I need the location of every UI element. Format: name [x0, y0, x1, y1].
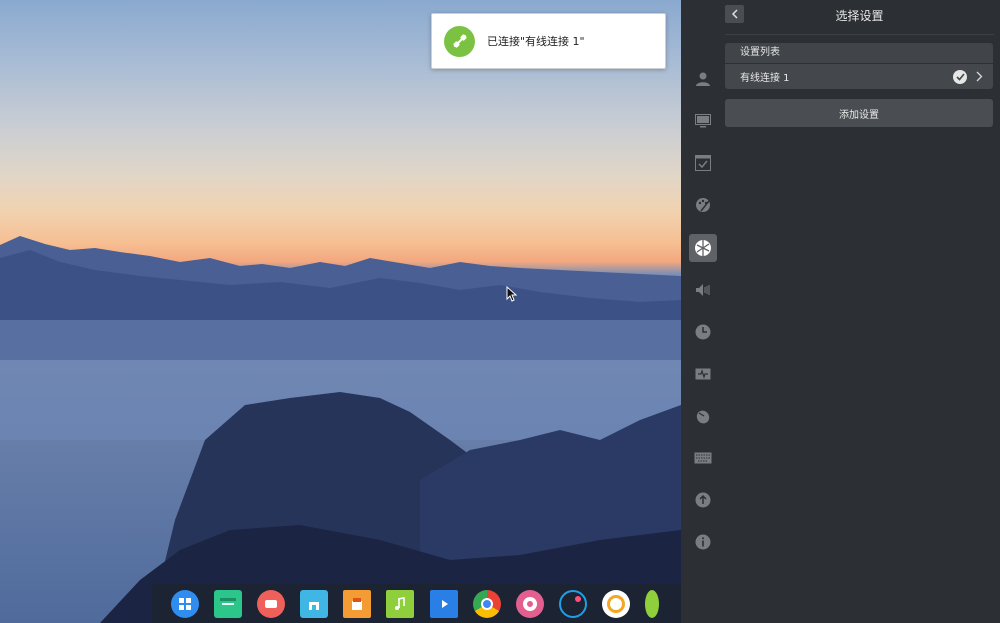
settings-list: 设置列表 有线连接 1: [725, 43, 993, 89]
connection-label: 有线连接 1: [740, 73, 790, 84]
store-icon[interactable]: [293, 584, 336, 623]
check-icon: [953, 70, 967, 84]
mouse-cursor-icon: [506, 285, 518, 305]
network-plug-icon: [444, 25, 475, 57]
connection-row[interactable]: 有线连接 1: [725, 63, 993, 89]
update-icon[interactable]: [689, 486, 717, 514]
screen-recorder-icon[interactable]: [249, 584, 292, 623]
more-icon[interactable]: [638, 584, 681, 623]
chrome-icon[interactable]: [465, 584, 508, 623]
settings-panel: 选择设置 设置列表 有线连接 1 添加设置: [681, 0, 1000, 623]
keyboard-icon[interactable]: [689, 444, 717, 472]
add-settings-button[interactable]: 添加设置: [725, 99, 993, 127]
network-icon[interactable]: [689, 234, 717, 262]
system-monitor-icon[interactable]: [552, 584, 595, 623]
notification-message: 已连接"有线连接 1": [487, 35, 585, 48]
user-icon[interactable]: [689, 65, 717, 93]
camera-icon[interactable]: [595, 584, 638, 623]
default-apps-icon[interactable]: [689, 149, 717, 177]
time-icon[interactable]: [689, 318, 717, 346]
app-store-icon[interactable]: [336, 584, 379, 623]
desktop-wallpaper: [0, 0, 681, 623]
display-icon[interactable]: [689, 107, 717, 135]
mountain-landscape: [0, 236, 681, 623]
settings-list-header: 设置列表: [725, 43, 993, 63]
connection-notification[interactable]: 已连接"有线连接 1": [431, 13, 666, 69]
panel-title: 选择设置: [835, 9, 884, 23]
chevron-right-icon: [976, 71, 983, 85]
personalization-icon[interactable]: [689, 191, 717, 219]
video-player-icon[interactable]: [422, 584, 465, 623]
power-icon[interactable]: [689, 360, 717, 388]
dock: [152, 584, 681, 623]
sound-icon[interactable]: [689, 276, 717, 304]
panel-header: 选择设置: [681, 0, 1000, 35]
launcher-icon[interactable]: [163, 584, 206, 623]
control-center-icon[interactable]: [508, 584, 551, 623]
info-icon[interactable]: [689, 528, 717, 556]
mouse-icon[interactable]: [689, 402, 717, 430]
header-divider: [725, 34, 994, 35]
music-player-icon[interactable]: [379, 584, 422, 623]
file-manager-icon[interactable]: [206, 584, 249, 623]
